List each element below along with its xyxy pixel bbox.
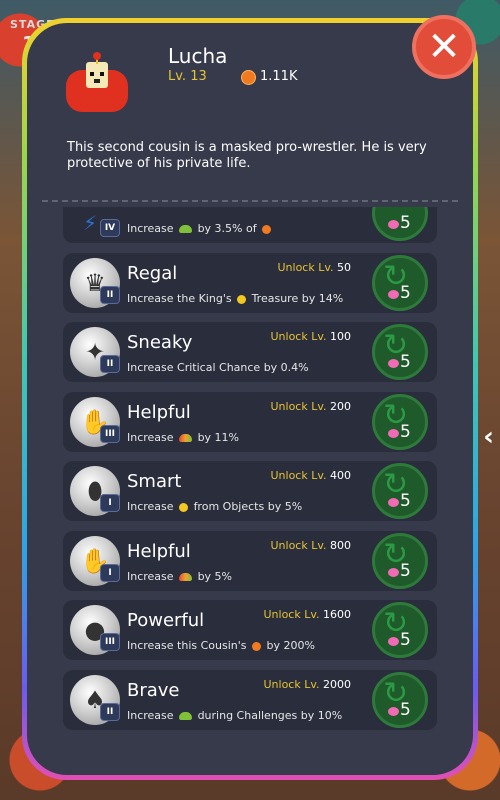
skill-description: Increase this Cousin's by 200% — [127, 639, 315, 652]
upgrade-cost: 5 — [400, 283, 411, 303]
upgrade-cost: 5 — [400, 561, 411, 581]
skill-description: Increase by 11% — [127, 431, 240, 444]
skill-title: Powerful — [127, 610, 205, 631]
skill-title: Helpful — [127, 402, 191, 423]
fruit-icon — [252, 641, 262, 651]
tier-badge: II — [100, 355, 120, 373]
tier-badge: III — [100, 633, 120, 651]
mixed-leaf-icon — [179, 434, 193, 442]
tier-badge: III — [100, 425, 120, 443]
unlock-level: Unlock Lv. 2000 — [263, 678, 351, 691]
leaf-icon — [179, 712, 193, 720]
skill-row: ♛ II Regal Unlock Lv. 50 Increase the Ki… — [63, 253, 437, 313]
unlock-level: Unlock Lv. 50 — [277, 261, 351, 274]
unlock-level: Unlock Lv. 1600 — [263, 608, 351, 621]
tier-badge: II — [100, 286, 120, 304]
coin-icon — [237, 294, 247, 304]
mixed-leaf-icon — [179, 573, 193, 581]
skill-row: ✦ II Sneaky Unlock Lv. 100 Increase Crit… — [63, 322, 437, 382]
unlock-level: Unlock Lv. 200 — [270, 400, 351, 413]
upgrade-button[interactable]: ↻ 5 — [372, 463, 428, 519]
upgrade-button[interactable]: ↻ 5 — [372, 533, 428, 589]
upgrade-cost: 5 — [400, 630, 411, 650]
upgrade-button[interactable]: ↻ 5 — [372, 324, 428, 380]
upgrade-button[interactable]: ↻ 5 — [372, 394, 428, 450]
upgrade-cost: 5 — [400, 491, 411, 511]
upgrade-cost: 5 — [400, 422, 411, 442]
skill-row: ⬮ I Smart Unlock Lv. 400 Increase from O… — [63, 461, 437, 521]
upgrade-button[interactable]: ↻ 5 — [372, 672, 428, 728]
skill-description: Increase the King's Treasure by 14% — [127, 292, 344, 305]
gem-icon — [388, 359, 399, 368]
skill-description: Increase Critical Chance by 0.4% — [127, 361, 309, 374]
skill-description: Increase from Objects by 5% — [127, 500, 303, 513]
unlock-level: Unlock Lv. 400 — [270, 469, 351, 482]
upgrade-cost: 5 — [400, 700, 411, 720]
skill-row: ● III Powerful Unlock Lv. 1600 Increase … — [63, 600, 437, 660]
tier-badge: I — [100, 494, 120, 512]
gem-icon — [388, 429, 399, 438]
upgrade-button[interactable]: ↻ 5 — [372, 255, 428, 311]
skill-row: ✋ I Helpful Unlock Lv. 800 Increase by 5… — [63, 531, 437, 591]
gem-icon — [388, 707, 399, 716]
upgrade-button[interactable]: ↻ 5 — [372, 602, 428, 658]
skill-list: ♛ II Regal Unlock Lv. 50 Increase the Ki… — [0, 0, 500, 800]
skill-description: Increase during Challenges by 10% — [127, 709, 343, 722]
skill-title: Regal — [127, 263, 178, 284]
unlock-level: Unlock Lv. 800 — [270, 539, 351, 552]
unlock-level: Unlock Lv. 100 — [270, 330, 351, 343]
skill-description: Increase by 5% — [127, 570, 233, 583]
gem-icon — [388, 498, 399, 507]
light-icon — [179, 502, 189, 512]
gem-icon — [388, 568, 399, 577]
skill-title: Sneaky — [127, 332, 193, 353]
skill-row: ✋ III Helpful Unlock Lv. 200 Increase by… — [63, 392, 437, 452]
tier-badge: I — [100, 564, 120, 582]
upgrade-cost: 5 — [400, 352, 411, 372]
gem-icon — [388, 637, 399, 646]
skill-title: Brave — [127, 680, 180, 701]
tier-badge: II — [100, 703, 120, 721]
skill-title: Smart — [127, 471, 182, 492]
skill-row: ♠ II Brave Unlock Lv. 2000 Increase duri… — [63, 670, 437, 730]
gem-icon — [388, 290, 399, 299]
skill-title: Helpful — [127, 541, 191, 562]
